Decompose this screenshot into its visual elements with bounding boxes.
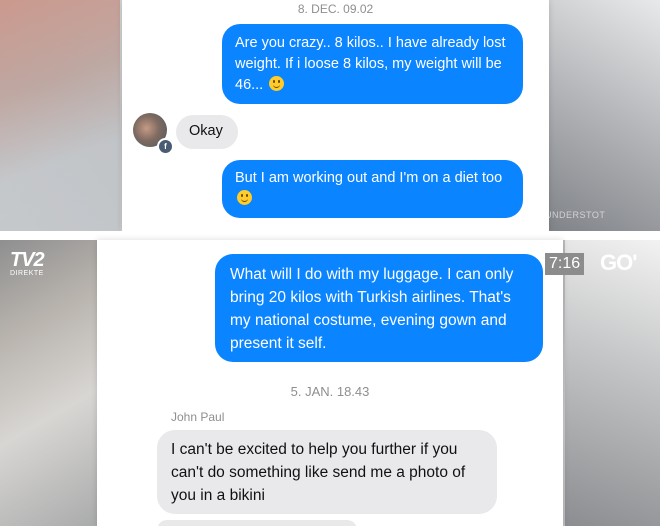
message-text: But I am working out and I'm on a diet t… (235, 170, 503, 186)
smiley-emoji-icon (269, 76, 285, 91)
panel-divider (0, 231, 660, 240)
message-text: Okay (189, 123, 223, 139)
message-timestamp: 8. DEC. 09.02 (297, 2, 374, 16)
sender-name: John Paul (171, 410, 225, 424)
background-shard (565, 240, 660, 526)
outgoing-message[interactable]: But I am working out and I'm on a diet t… (222, 160, 523, 218)
incoming-message[interactable]: I can't be excited to help you further i… (157, 430, 497, 514)
incoming-message[interactable]: Okay (176, 115, 238, 149)
chat-panel-bottom: What will I do with my luggage. I can on… (97, 240, 563, 526)
broadcast-clock: 7:16 (545, 253, 585, 275)
incoming-message-partial[interactable] (157, 520, 357, 526)
chat-panel-top: 8. DEC. 09.02 Are you crazy.. 8 kilos.. … (122, 0, 549, 231)
background-shard (0, 240, 100, 526)
background-shard (540, 0, 660, 240)
outgoing-message[interactable]: What will I do with my luggage. I can on… (215, 254, 543, 362)
messenger-badge-icon: f (157, 138, 174, 155)
message-text: What will I do with my luggage. I can on… (230, 266, 514, 352)
watermark: UNDERSTOT (545, 210, 606, 220)
message-text: I can't be excited to help you further i… (171, 441, 466, 504)
background-shard (0, 0, 120, 240)
smiley-emoji-icon (237, 190, 252, 205)
tv2-channel-logo: TV2 DIREKTE (10, 249, 45, 277)
message-timestamp: 5. JAN. 18.43 (290, 384, 370, 399)
program-brand-logo: GO' (600, 250, 637, 275)
outgoing-message[interactable]: Are you crazy.. 8 kilos.. I have already… (222, 24, 523, 104)
